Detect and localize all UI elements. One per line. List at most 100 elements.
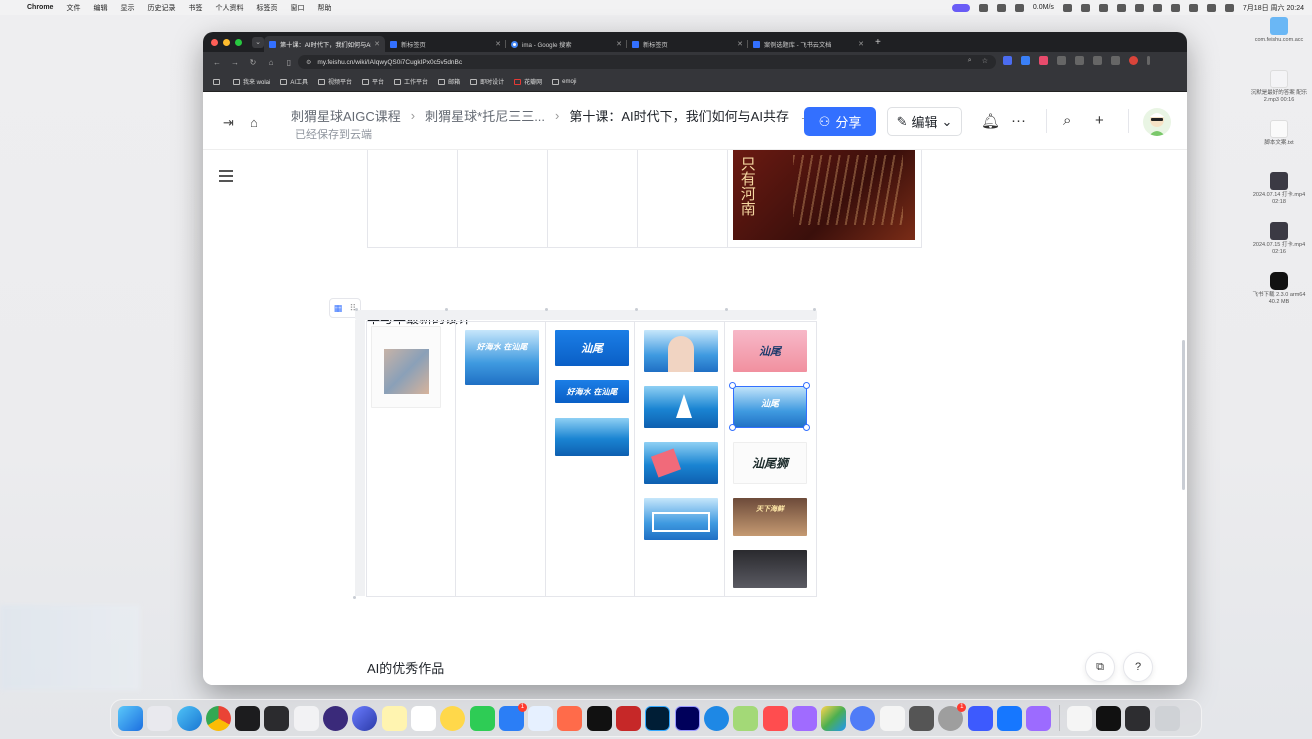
page-title[interactable]: 第十课：AI时代下，我们如何与AI共存 (569, 106, 789, 125)
close-tab-icon[interactable]: ✕ (858, 40, 864, 48)
notes-icon[interactable] (381, 705, 407, 731)
menu-tabs[interactable]: 标签页 (256, 3, 277, 13)
planet-icon[interactable] (352, 705, 378, 731)
document-icon[interactable] (1066, 705, 1092, 731)
bookmark-ai-tools[interactable]: AI工具 (280, 77, 308, 86)
feishu-meeting-icon[interactable]: 1 (498, 702, 527, 731)
breadcrumb-tony[interactable]: 刺猬星球*托尼三三... (425, 106, 545, 125)
avatar[interactable] (1143, 108, 1171, 136)
table-column-bar[interactable] (355, 310, 817, 320)
zoom-icon[interactable]: ⌕ (968, 57, 972, 65)
add-icon[interactable]: + (1095, 112, 1104, 129)
tab-google[interactable]: ima - Google 搜索 ✕ (506, 36, 627, 52)
desktop-file-text[interactable]: 脚本文案.txt (1249, 120, 1309, 147)
launchpad-icon[interactable] (147, 705, 173, 731)
robot-app-icon[interactable] (909, 705, 935, 731)
arc-icon[interactable] (323, 705, 349, 731)
help-icon[interactable]: ? (1123, 652, 1153, 682)
flower-app-icon[interactable] (528, 705, 554, 731)
desktop-file-video-1[interactable]: 2024.07.14 打卡.mp4 02:18 (1249, 172, 1309, 205)
apps-icon[interactable] (213, 78, 223, 85)
shanweishi-image[interactable]: 汕尾狮 (733, 442, 807, 484)
extension-icon[interactable] (1021, 56, 1030, 65)
pixel-app-icon[interactable] (733, 705, 759, 731)
tianxia-seafood-image[interactable]: 天下海鲜 (733, 498, 807, 536)
more-icon[interactable] (1147, 56, 1150, 65)
bell-icon[interactable]: 🔔︎ (981, 112, 1000, 130)
more-icon[interactable]: ··· (1011, 112, 1026, 129)
chick-app-icon[interactable] (440, 705, 466, 731)
resize-handle[interactable] (729, 424, 736, 431)
star-icon[interactable]: ☆ (982, 57, 988, 65)
menu-profile[interactable]: 个人资料 (215, 3, 243, 13)
control-center-icon[interactable] (1224, 3, 1234, 12)
pen-app-icon[interactable] (879, 705, 905, 731)
home-icon[interactable]: ⌂ (250, 115, 258, 130)
menu-edit[interactable]: 编辑 (93, 3, 107, 13)
wechat-icon[interactable] (469, 705, 495, 731)
surf-image[interactable] (555, 418, 629, 456)
wechat-post-image[interactable] (371, 326, 441, 408)
menu-window[interactable]: 窗口 (290, 3, 304, 13)
storefront-image[interactable] (733, 550, 807, 588)
menu-app-name[interactable]: Chrome (27, 4, 53, 11)
close-tab-icon[interactable]: ✕ (374, 40, 380, 48)
close-tab-icon[interactable]: ✕ (495, 40, 501, 48)
bookmark-jsdesign[interactable]: 即时设计 (470, 77, 504, 86)
capcut-pro-icon[interactable] (586, 705, 612, 731)
netease-icon[interactable] (616, 705, 642, 731)
close-tab-icon[interactable]: ✕ (737, 40, 743, 48)
cloud-icon[interactable] (978, 3, 988, 12)
screenshot-icon[interactable] (293, 705, 319, 731)
search-icon[interactable]: ⌕ (1063, 112, 1071, 129)
close-tab-icon[interactable]: ✕ (616, 40, 622, 48)
clock[interactable]: 7月18日 周六 20:24 (1243, 3, 1304, 13)
finder-icon[interactable] (118, 705, 143, 731)
doc-assist-icon[interactable]: ⧉ (1085, 652, 1115, 682)
voice-memos-icon[interactable] (264, 705, 290, 731)
extension-icon[interactable] (1057, 56, 1066, 65)
edge-icon[interactable] (703, 705, 729, 731)
breadcrumb-course[interactable]: 刺猬星球AIGC课程 (291, 106, 401, 125)
tool-icon[interactable] (1014, 3, 1024, 12)
terminal-icon[interactable] (1125, 705, 1151, 731)
dingtalk-icon[interactable] (996, 705, 1022, 731)
wechat-icon[interactable] (1116, 3, 1126, 12)
forward-icon[interactable]: → (231, 58, 239, 67)
shanwei-pink-image[interactable]: 汕尾 (733, 330, 807, 372)
safari-icon[interactable] (176, 705, 202, 731)
bookmark-wolai[interactable]: 我来 wolai (233, 77, 270, 86)
app-icon[interactable] (1096, 705, 1122, 731)
extension-icon[interactable] (1039, 56, 1048, 65)
desktop-file-app[interactable]: 飞书下载 2.3.0 arm64 40.2 MB (1249, 272, 1309, 305)
input-method-icon[interactable] (951, 3, 970, 12)
bookmark-video-platforms[interactable]: 视频平台 (318, 77, 352, 86)
pen-icon[interactable] (1062, 3, 1072, 12)
tab-new-2[interactable]: 新标签页 ✕ (627, 36, 748, 52)
trash-icon[interactable] (1154, 705, 1180, 731)
wifi-icon[interactable] (1170, 3, 1180, 12)
haishui-event-image[interactable]: 好海水 在汕尾 (465, 330, 539, 385)
menu-file[interactable]: 文件 (66, 3, 80, 13)
girl-cap-image[interactable] (644, 330, 718, 372)
extension-icon[interactable] (1003, 56, 1012, 65)
zoom-window-button[interactable] (235, 38, 242, 46)
photoshop-icon[interactable] (645, 705, 671, 731)
edit-mode-button[interactable]: ✎ 编辑 ⌄ (887, 107, 962, 136)
premiere-icon[interactable] (674, 705, 700, 731)
resize-handle[interactable] (803, 424, 810, 431)
tab-search-icon[interactable]: ⌄ (252, 36, 264, 48)
outline-icon[interactable] (219, 170, 233, 185)
tab-lesson[interactable]: 第十课：AI时代下，我们如何与AI共存 ✕ (264, 36, 385, 52)
shanwei-logo-image[interactable]: 汕尾 (555, 330, 629, 366)
bookmark-huaban[interactable]: 花瓣网 (514, 77, 542, 86)
sync-icon[interactable] (996, 3, 1006, 12)
menu-help[interactable]: 帮助 (317, 3, 331, 13)
share-button[interactable]: ⚇ 分享 (804, 107, 876, 136)
henan-poster-image[interactable]: 只有河南 (733, 150, 915, 240)
resize-handle[interactable] (729, 382, 736, 389)
desktop-file-video-2[interactable]: 2024.07.15 打卡.mp4 02:16 (1249, 222, 1309, 255)
search-icon[interactable] (1188, 3, 1198, 12)
site-info-icon[interactable]: ⚙ (306, 59, 311, 66)
files-app-icon[interactable] (967, 705, 993, 731)
